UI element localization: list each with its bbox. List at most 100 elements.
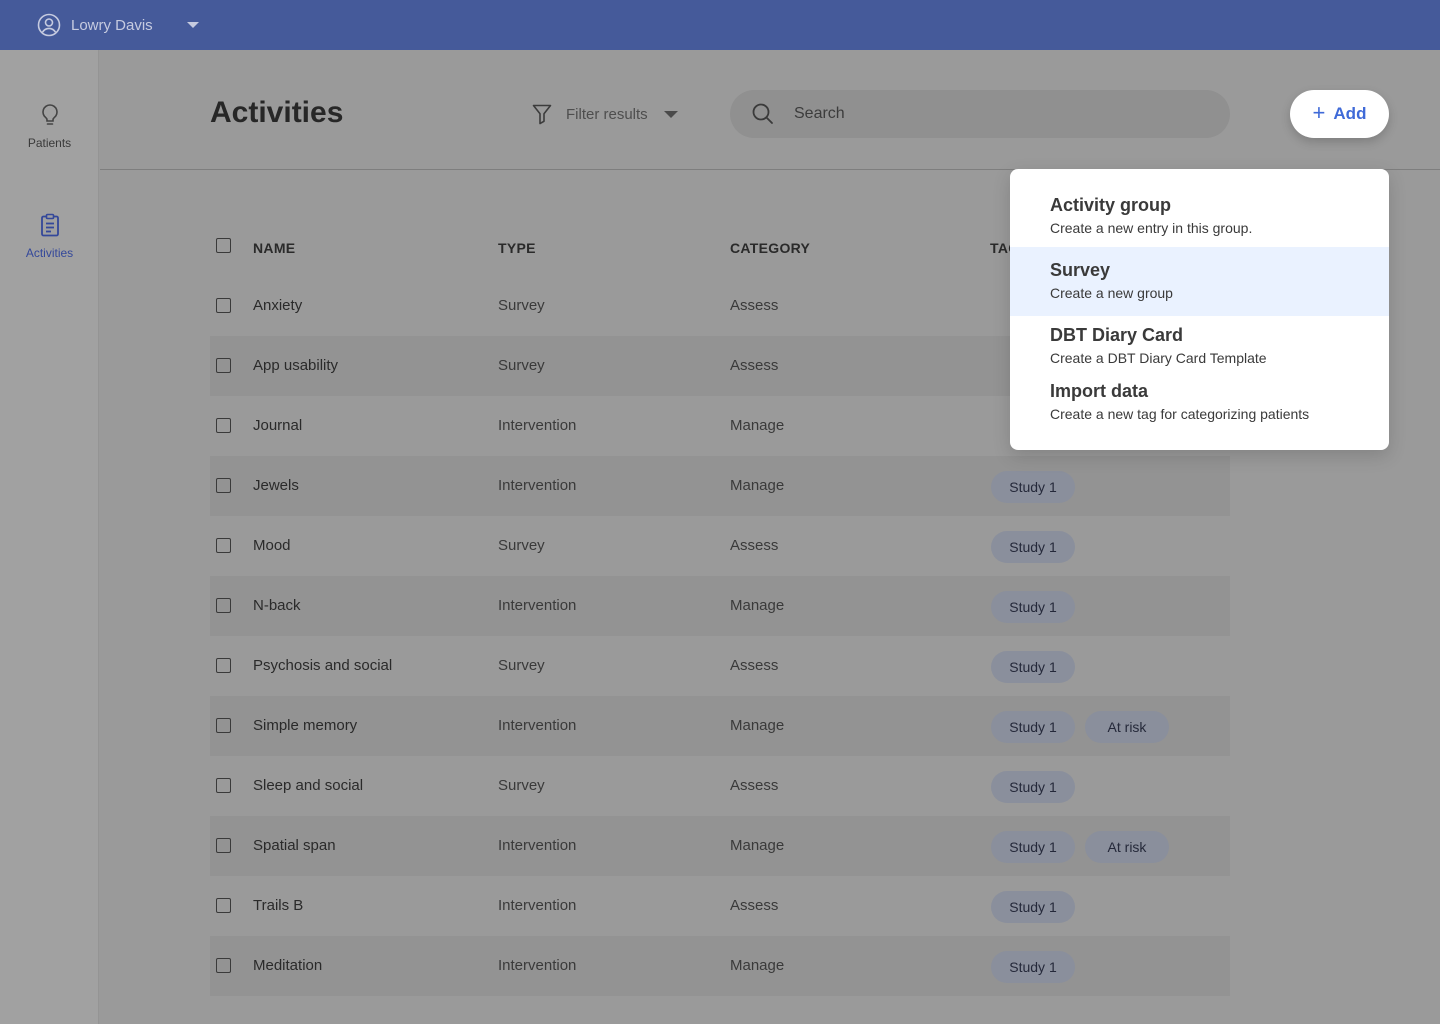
row-checkbox[interactable]	[216, 658, 231, 673]
table-row[interactable]: Sleep and social Survey Assess Study 1	[210, 756, 1230, 816]
activity-type: Survey	[498, 357, 545, 374]
row-checkbox[interactable]	[216, 718, 231, 733]
sidebar-item-label: Activities	[25, 246, 74, 260]
tag-badge: Study 1	[991, 891, 1075, 923]
menu-item-survey[interactable]: Survey Create a new group	[1010, 247, 1389, 316]
activity-category: Assess	[730, 897, 779, 914]
plus-icon: +	[1312, 100, 1326, 125]
activity-type: Survey	[498, 537, 545, 554]
activity-category: Manage	[730, 837, 785, 854]
filter-dropdown[interactable]: Filter results	[530, 100, 678, 128]
tag-badge: Study 1	[991, 711, 1075, 743]
activity-name: N-back	[253, 597, 301, 614]
activity-category: Manage	[730, 957, 785, 974]
add-button-label: Add	[1333, 104, 1367, 123]
activity-category: Assess	[730, 357, 779, 374]
table-row[interactable]: Psychosis and social Survey Assess Study…	[210, 636, 1230, 696]
activity-name: Meditation	[253, 957, 323, 974]
sidebar-item-label: Patients	[27, 136, 72, 150]
select-all-checkbox[interactable]	[216, 238, 231, 253]
tag-badge: At risk	[1085, 831, 1169, 863]
menu-item-subtitle: Create a new entry in this group.	[1050, 220, 1253, 236]
menu-item-dbt-diary-card[interactable]: DBT Diary Card Create a DBT Diary Card T…	[1010, 325, 1389, 366]
user-menu[interactable]: Lowry Davis	[37, 13, 199, 37]
row-checkbox[interactable]	[216, 418, 231, 433]
table-row[interactable]: Simple memory Intervention Manage Study …	[210, 696, 1230, 756]
row-checkbox[interactable]	[216, 778, 231, 793]
activity-name: Trails B	[253, 897, 304, 914]
row-checkbox[interactable]	[216, 358, 231, 373]
activity-type: Intervention	[498, 477, 577, 494]
menu-item-title: Import data	[1050, 381, 1149, 401]
row-checkbox[interactable]	[216, 958, 231, 973]
column-header-name[interactable]: NAME	[253, 240, 295, 256]
activity-name: Journal	[253, 417, 303, 434]
tag-badge: Study 1	[991, 531, 1075, 563]
activity-type: Intervention	[498, 417, 577, 434]
column-header-type[interactable]: TYPE	[498, 240, 536, 256]
menu-item-subtitle: Create a new tag for categorizing patien…	[1050, 406, 1310, 422]
menu-item-subtitle: Create a DBT Diary Card Template	[1050, 350, 1267, 366]
activity-type: Intervention	[498, 897, 577, 914]
activity-type: Intervention	[498, 597, 577, 614]
add-button[interactable]: + Add	[1290, 90, 1389, 138]
row-checkbox[interactable]	[216, 898, 231, 913]
table-row[interactable]: Mood Survey Assess Study 1	[210, 516, 1230, 576]
filter-label: Filter results	[566, 105, 648, 123]
search-input[interactable]	[794, 105, 1174, 123]
page-title: Activities	[210, 96, 344, 129]
activity-category: Manage	[730, 597, 785, 614]
activity-name: Mood	[253, 537, 291, 554]
activity-name: App usability	[253, 357, 339, 374]
user-name: Lowry Davis	[71, 16, 153, 34]
chevron-down-icon[interactable]	[187, 22, 199, 28]
activity-type: Intervention	[498, 717, 577, 734]
menu-item-activity-group[interactable]: Activity group Create a new entry in thi…	[1010, 195, 1389, 236]
sidebar-item-activities[interactable]: Activities	[0, 212, 99, 260]
lightbulb-icon	[41, 104, 58, 125]
row-checkbox[interactable]	[216, 298, 231, 313]
row-checkbox[interactable]	[216, 478, 231, 493]
tag-badge: Study 1	[991, 831, 1075, 863]
activity-category: Manage	[730, 417, 785, 434]
menu-item-title: DBT Diary Card	[1050, 325, 1184, 345]
activity-name: Anxiety	[253, 297, 303, 314]
clipboard-icon	[40, 213, 59, 237]
activity-type: Survey	[498, 777, 545, 794]
table-row[interactable]: Trails B Intervention Assess Study 1	[210, 876, 1230, 936]
activity-type: Survey	[498, 657, 545, 674]
top-bar: Lowry Davis	[0, 0, 1440, 50]
activity-name: Jewels	[253, 477, 299, 494]
activity-category: Assess	[730, 657, 779, 674]
activity-name: Simple memory	[253, 717, 358, 734]
tag-badge: Study 1	[991, 591, 1075, 623]
chevron-down-icon	[663, 110, 678, 118]
row-checkbox[interactable]	[216, 538, 231, 553]
activity-category: Assess	[730, 297, 779, 314]
activity-category: Assess	[730, 537, 779, 554]
table-row[interactable]: Jewels Intervention Manage Study 1	[210, 456, 1230, 516]
search-bar[interactable]	[730, 90, 1230, 138]
menu-item-title: Activity group	[1050, 195, 1172, 215]
row-checkbox[interactable]	[216, 598, 231, 613]
table-row[interactable]: Spatial span Intervention Manage Study 1…	[210, 816, 1230, 876]
table-row[interactable]: N-back Intervention Manage Study 1	[210, 576, 1230, 636]
row-checkbox[interactable]	[216, 838, 231, 853]
filter-icon	[532, 104, 552, 125]
page-header: Activities Filter results + Add	[100, 50, 1440, 170]
sidebar-item-patients[interactable]: Patients	[0, 102, 99, 150]
activity-type: Survey	[498, 297, 545, 314]
tag-badge: Study 1	[991, 651, 1075, 683]
search-icon	[752, 103, 773, 124]
menu-item-title: Survey	[1050, 260, 1111, 280]
sidebar: Patients Activities	[0, 50, 99, 1024]
user-avatar-icon	[37, 13, 61, 37]
activity-name: Psychosis and social	[253, 657, 393, 674]
table-row[interactable]: Meditation Intervention Manage Study 1	[210, 936, 1230, 996]
menu-item-import-data[interactable]: Import data Create a new tag for categor…	[1010, 381, 1389, 422]
tag-badge: Study 1	[991, 471, 1075, 503]
activity-type: Intervention	[498, 837, 577, 854]
activity-type: Intervention	[498, 957, 577, 974]
column-header-category[interactable]: CATEGORY	[730, 240, 810, 256]
menu-item-subtitle: Create a new group	[1050, 285, 1173, 301]
